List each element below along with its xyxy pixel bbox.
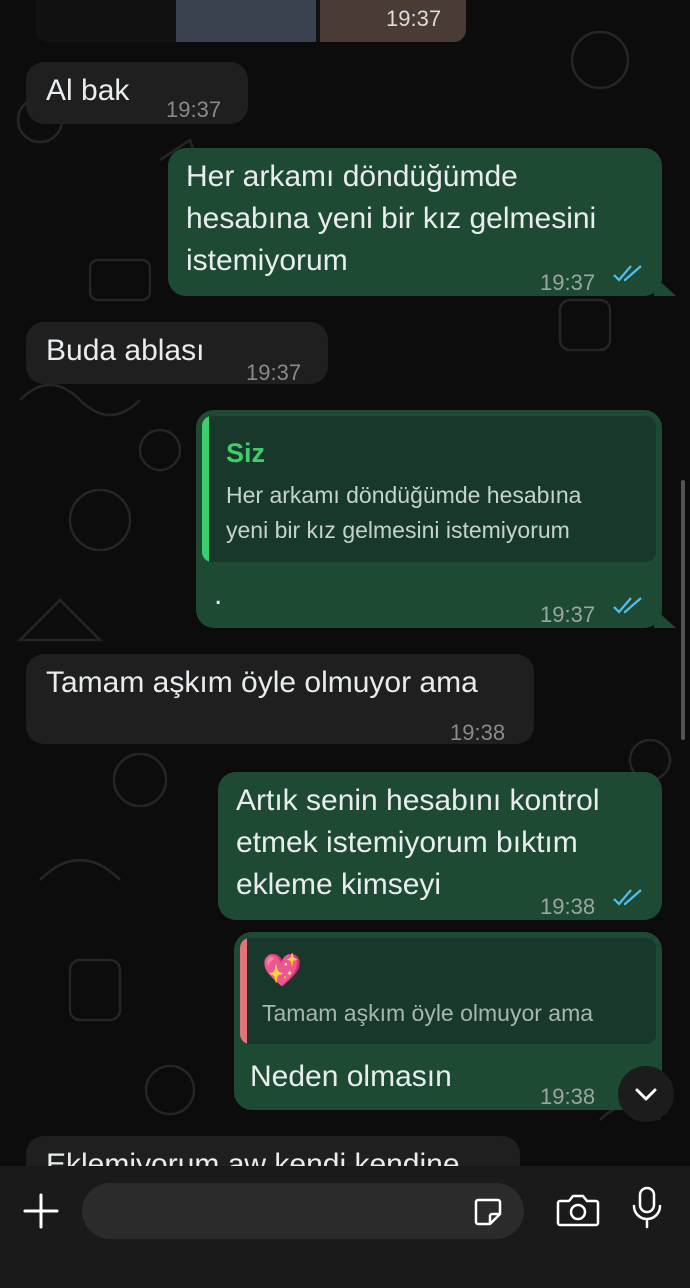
message-text-line: hesabına yeni bir kız gelmesini [186, 202, 597, 235]
outgoing-reply-message[interactable]: 💖 Tamam aşkım öyle olmuyor ama Neden olm… [234, 932, 662, 1110]
outgoing-reply-message[interactable]: Siz Her arkamı döndüğümde hesabına yeni … [196, 410, 662, 628]
message-text-line: Her arkamı döndüğümde [186, 160, 518, 193]
message-time: 19:37 [386, 6, 442, 31]
camera-icon[interactable] [556, 1192, 600, 1228]
microphone-icon[interactable] [630, 1186, 664, 1230]
outgoing-message[interactable]: Her arkamı döndüğümde hesabına yeni bir … [168, 148, 662, 296]
quote-accent-bar [240, 938, 247, 1044]
plus-icon[interactable] [22, 1192, 60, 1230]
outgoing-message[interactable]: Artık senin hesabını kontrol etmek istem… [218, 772, 662, 920]
message-time: 19:38 [540, 894, 596, 919]
message-time: 19:37 [246, 360, 302, 385]
message-text-line: etmek istemiyorum bıktım [236, 826, 578, 859]
chevron-down-icon [635, 1088, 657, 1101]
message-text: Neden olmasın [250, 1060, 452, 1093]
message-text: Eklemiyorum aw kendi kendine [46, 1148, 460, 1166]
quoted-message[interactable]: Siz Her arkamı döndüğümde hesabına yeni … [202, 416, 656, 562]
message-time: 19:38 [540, 1084, 596, 1109]
quote-accent-bar [202, 416, 209, 562]
read-ticks-icon [613, 889, 642, 906]
message-text: Tamam aşkım öyle olmuyor ama [46, 666, 478, 699]
sticker-icon[interactable] [472, 1196, 504, 1228]
quoted-message[interactable]: 💖 Tamam aşkım öyle olmuyor ama [240, 938, 656, 1044]
message-time: 19:38 [450, 720, 506, 745]
quote-text: Tamam aşkım öyle olmuyor ama [262, 1000, 594, 1026]
quote-author: Siz [226, 438, 266, 468]
quote-text-line: yeni bir kız gelmesini istemiyorum [226, 517, 570, 543]
quote-emoji: 💖 [262, 952, 302, 988]
quote-text-line: Her arkamı döndüğümde hesabına [226, 482, 582, 508]
message-text: . [214, 578, 223, 611]
message-text: Buda ablası [46, 334, 205, 367]
message-time: 19:37 [540, 270, 596, 295]
bubble-tail [654, 608, 676, 628]
message-text-line: istemiyorum [186, 244, 348, 277]
bubble-tail [654, 276, 676, 296]
scrollbar[interactable] [681, 480, 685, 740]
read-ticks-icon [613, 597, 642, 614]
incoming-message[interactable]: Al bak 19:37 [26, 62, 248, 124]
scroll-to-bottom-button[interactable] [618, 1066, 674, 1122]
message-input[interactable] [82, 1183, 524, 1239]
message-text: Al bak [46, 74, 130, 107]
incoming-message[interactable]: Buda ablası 19:37 [26, 322, 328, 385]
message-time: 19:37 [540, 602, 596, 627]
read-ticks-icon [613, 265, 642, 282]
incoming-message[interactable]: Eklemiyorum aw kendi kendine [26, 1136, 520, 1166]
chat-area[interactable]: 19:37 Al bak 19:37 Her arkamı döndüğümde… [0, 0, 690, 1166]
media-image-1 [176, 0, 316, 42]
incoming-message[interactable]: Tamam aşkım öyle olmuyor ama 19:38 [26, 654, 534, 745]
media-message-thumbnail[interactable]: 19:37 [36, 0, 466, 42]
message-time: 19:37 [166, 97, 222, 122]
message-text-line: Artık senin hesabını kontrol [236, 784, 600, 817]
